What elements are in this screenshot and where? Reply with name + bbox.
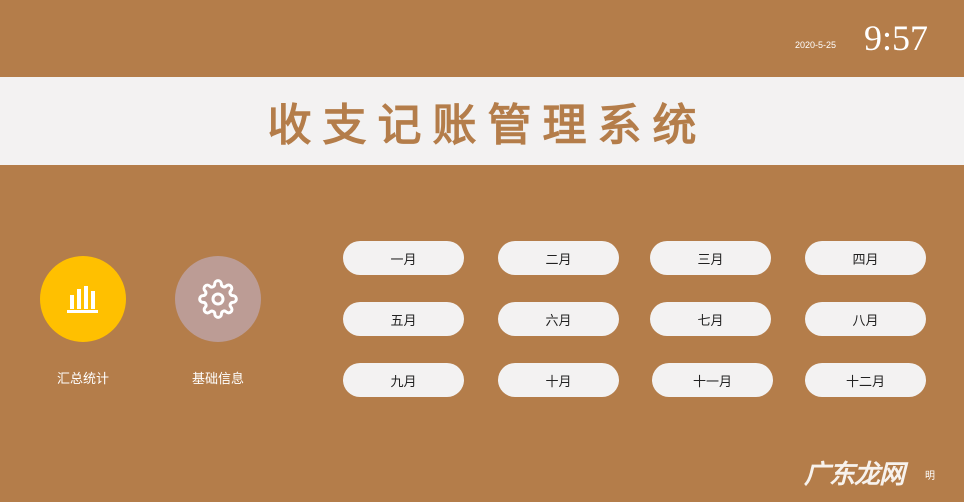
summary-stats-button[interactable] (40, 256, 126, 342)
bar-chart-icon (67, 286, 98, 313)
month-button-9[interactable]: 九月 (343, 363, 464, 397)
title-band: 收支记账管理系统 (0, 77, 964, 165)
month-button-5[interactable]: 五月 (343, 302, 464, 336)
month-button-3[interactable]: 三月 (650, 241, 771, 275)
basic-info-label: 基础信息 (191, 372, 244, 387)
gear-icon (198, 279, 238, 319)
basic-info-button[interactable] (175, 256, 261, 342)
month-button-4[interactable]: 四月 (805, 241, 926, 275)
month-button-7[interactable]: 七月 (650, 302, 771, 336)
summary-stats-label: 汇总统计 (56, 372, 109, 387)
date-label: 2020-5-25 (795, 40, 837, 50)
month-button-10[interactable]: 十月 (498, 363, 619, 397)
watermark-logo: 广东龙网 (804, 460, 905, 490)
month-button-1[interactable]: 一月 (343, 241, 464, 275)
watermark-tail: 明 (925, 471, 935, 482)
feature-basic-info[interactable]: 基础信息 (173, 256, 263, 387)
feature-summary-stats[interactable]: 汇总统计 (38, 256, 128, 387)
page-title: 收支记账管理系统 (267, 100, 708, 151)
month-button-2[interactable]: 二月 (498, 241, 619, 275)
clock-time: 9:57 (864, 18, 929, 58)
month-button-12[interactable]: 十二月 (805, 363, 926, 397)
month-button-8[interactable]: 八月 (805, 302, 926, 336)
month-button-6[interactable]: 六月 (498, 302, 619, 336)
month-button-11[interactable]: 十一月 (652, 363, 773, 397)
